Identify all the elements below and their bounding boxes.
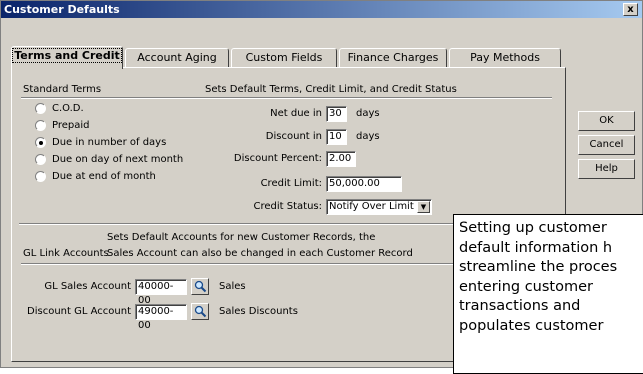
gl-link-description-line2: Sales Account can also be changed in eac… [107, 248, 413, 259]
tab-strip: Terms and Credit Account Aging Custom Fi… [11, 46, 571, 69]
gl-link-description-line1: Sets Default Accounts for new Customer R… [107, 232, 376, 243]
discount-gl-account-description: Sales Discounts [219, 306, 298, 317]
tab-label: Finance Charges [347, 51, 439, 64]
credit-status-label: Credit Status: [253, 201, 323, 212]
divider [21, 97, 552, 99]
discount-percent-input[interactable]: 2.00 [326, 151, 356, 167]
credit-status-value: Notify Over Limit [329, 201, 414, 212]
tab-label: Account Aging [137, 51, 217, 64]
search-icon[interactable] [191, 278, 209, 295]
ok-button[interactable]: OK [578, 111, 635, 131]
net-due-unit: days [356, 108, 380, 119]
help-button[interactable]: Help [578, 159, 635, 179]
gl-sales-account-description: Sales [219, 281, 246, 292]
discount-in-label: Discount in [265, 131, 322, 142]
tab-pay-methods[interactable]: Pay Methods [449, 48, 561, 68]
radio-due-on-day-of-next-month[interactable]: Due on day of next month [35, 154, 183, 165]
cancel-button[interactable]: Cancel [578, 135, 635, 155]
radio-circle [35, 103, 46, 114]
gl-sales-account-input[interactable]: 40000-00 [135, 279, 187, 306]
gl-sales-account-label: GL Sales Account [44, 281, 131, 292]
divider [21, 263, 453, 265]
standard-terms-header: Standard Terms [23, 84, 102, 95]
discount-in-input[interactable]: 10 [326, 129, 347, 145]
discount-percent-label: Discount Percent: [233, 153, 322, 164]
tab-label: Pay Methods [470, 51, 540, 64]
radio-due-at-end-of-month[interactable]: Due at end of month [35, 171, 156, 182]
net-due-label: Net due in [270, 108, 322, 119]
radio-label: Prepaid [52, 120, 90, 131]
credit-status-select[interactable]: Notify Over Limit ▼ [326, 199, 432, 215]
radio-circle [35, 171, 46, 182]
tab-terms-and-credit[interactable]: Terms and Credit [11, 46, 123, 69]
radio-label: C.O.D. [52, 103, 84, 114]
discount-in-unit: days [356, 131, 380, 142]
radio-label: Due on day of next month [52, 154, 184, 165]
tab-label: Custom Fields [245, 51, 323, 64]
radio-cod[interactable]: C.O.D. [35, 103, 84, 114]
standard-terms-description: Sets Default Terms, Credit Limit, and Cr… [205, 84, 457, 95]
radio-circle [35, 120, 46, 131]
radio-prepaid[interactable]: Prepaid [35, 120, 90, 131]
net-due-input[interactable]: 30 [326, 106, 347, 122]
search-icon[interactable] [191, 303, 209, 320]
chevron-down-icon[interactable]: ▼ [417, 201, 430, 213]
tab-finance-charges[interactable]: Finance Charges [339, 48, 447, 68]
credit-limit-label: Credit Limit: [260, 178, 322, 189]
tab-label: Terms and Credit [12, 48, 122, 63]
radio-circle [35, 137, 46, 148]
discount-gl-account-label: Discount GL Account [27, 306, 131, 317]
close-button[interactable]: x [623, 3, 638, 16]
radio-label: Due in number of days [52, 137, 167, 148]
tab-custom-fields[interactable]: Custom Fields [231, 48, 337, 68]
callout-note: Setting up customer default information … [453, 214, 643, 374]
discount-gl-account-input[interactable]: 49000-00 [135, 304, 187, 331]
tab-account-aging[interactable]: Account Aging [125, 48, 229, 68]
radio-circle [35, 154, 46, 165]
window-title: Customer Defaults [4, 3, 120, 16]
radio-due-in-number-of-days[interactable]: Due in number of days [35, 137, 166, 148]
title-bar: Customer Defaults x [1, 1, 642, 18]
credit-limit-input[interactable]: 50,000.00 [326, 176, 402, 192]
gl-link-header: GL Link Accounts [23, 248, 109, 259]
radio-label: Due at end of month [52, 171, 156, 182]
